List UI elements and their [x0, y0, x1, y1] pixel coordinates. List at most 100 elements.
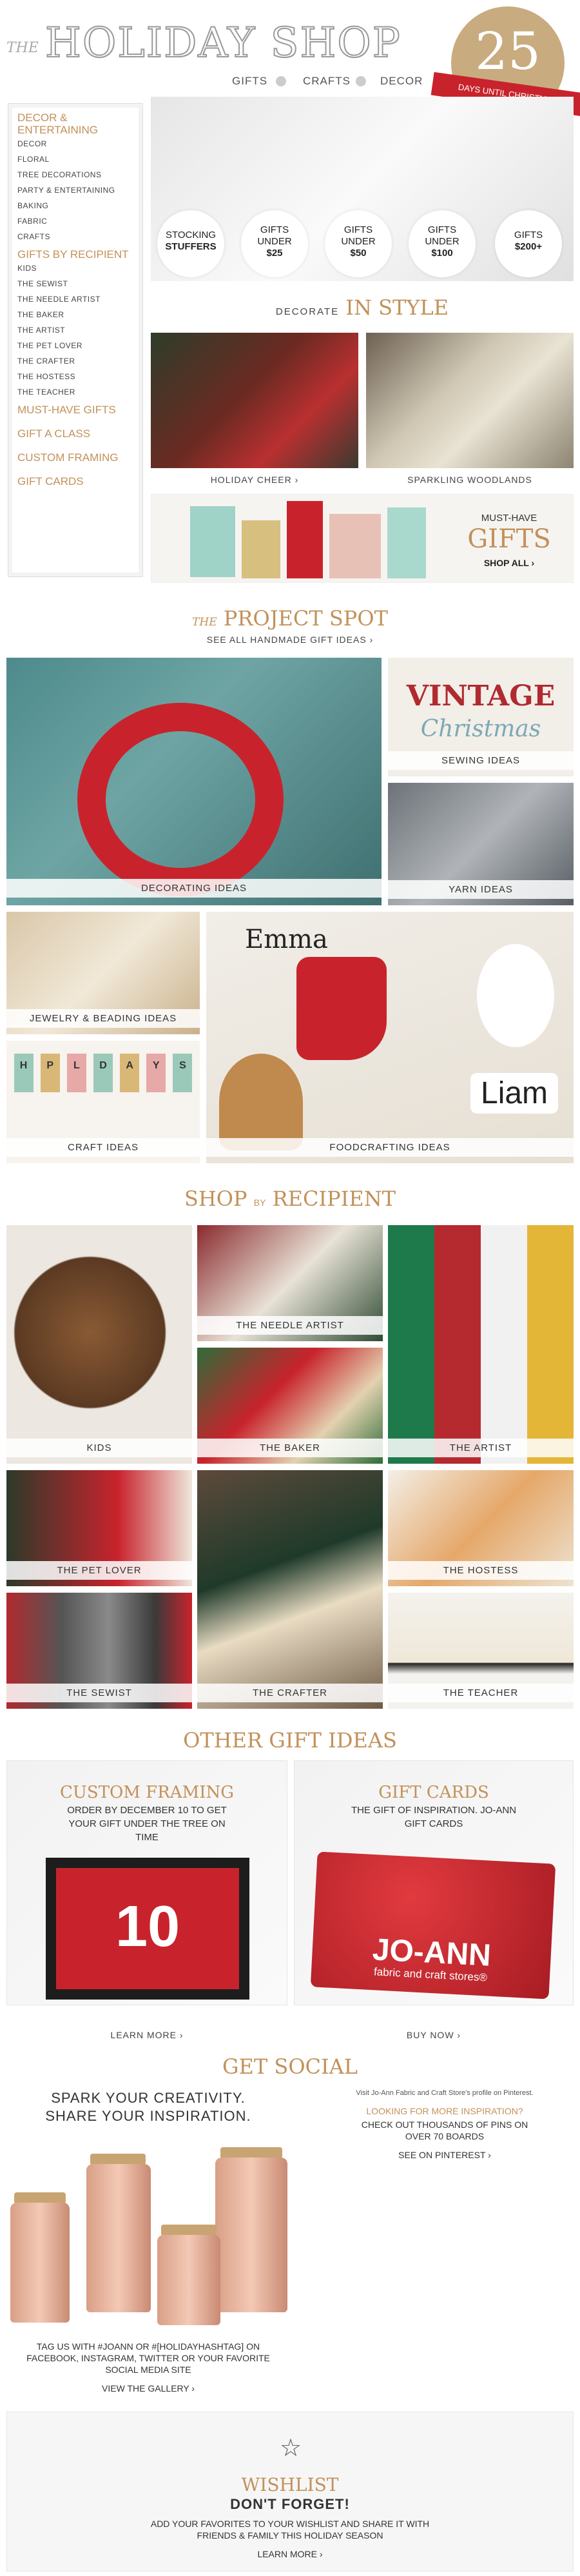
- sparkling-woodlands-image[interactable]: [366, 333, 574, 468]
- custom-framing-title: CUSTOM FRAMING: [60, 1783, 234, 1802]
- foodcrafting-ideas-tile[interactable]: Emma Liam FOODCRAFTING IDEAS: [206, 912, 574, 1163]
- snowflake-icon: [276, 76, 286, 86]
- recipient-title: SHOP BY RECIPIENT: [0, 1186, 580, 1211]
- gifts-under-25-button[interactable]: GIFTS UNDER $25: [241, 210, 308, 277]
- sidebar-item-needle-artist[interactable]: THE NEEDLE ARTIST: [17, 291, 133, 307]
- gifts-200-plus-button[interactable]: GIFTS $200+: [495, 210, 562, 277]
- sewing-ideas-label: SEWING IDEAS: [388, 751, 574, 770]
- sidebar-item-tree-decorations[interactable]: TREE DECORATIONS: [17, 167, 133, 182]
- sidebar-heading-decor[interactable]: DECOR & ENTERTAINING: [17, 112, 133, 136]
- sidebar-heading-must-have[interactable]: MUST-HAVE GIFTS: [17, 404, 133, 416]
- must-have-gifts-banner[interactable]: MUST-HAVE GIFTS SHOP ALL ›: [151, 494, 574, 583]
- wishlist-learn-more-link[interactable]: LEARN MORE ›: [7, 2548, 573, 2561]
- gift-box-icon: [287, 501, 323, 578]
- wishlist-text: ADD YOUR FAVORITES TO YOUR WISHLIST AND …: [150, 2519, 430, 2541]
- mason-jars-image: [6, 2141, 290, 2334]
- crafter-tile[interactable]: THE CRAFTER: [197, 1470, 383, 1709]
- gingerbread-cookie-icon: [219, 1054, 303, 1150]
- sewing-ideas-tile[interactable]: VINTAGE Christmas SEWING IDEAS: [388, 658, 574, 776]
- sidebar-heading-class[interactable]: GIFT A CLASS: [17, 428, 133, 440]
- countdown-number: 25: [475, 21, 541, 81]
- nav-crafts[interactable]: CRAFTS: [303, 75, 351, 88]
- project-heading: PROJECT SPOT: [223, 606, 388, 631]
- jersey-number: 10: [56, 1868, 239, 1989]
- gift-cards-title: GIFT CARDS: [378, 1783, 489, 1802]
- kids-tile[interactable]: KIDS: [6, 1225, 192, 1464]
- sidebar-item-artist[interactable]: THE ARTIST: [17, 322, 133, 338]
- sidebar-item-crafts[interactable]: CRAFTS: [17, 229, 133, 244]
- gift-cards-text: THE GIFT OF INSPIRATION. JO-ANN GIFT CAR…: [351, 1805, 517, 1829]
- circle-text: GIFTS: [343, 224, 373, 235]
- circle-text: GIFTS: [514, 230, 543, 241]
- pet-lover-tile[interactable]: THE PET LOVER: [6, 1470, 192, 1586]
- see-all-ideas-link[interactable]: SEE ALL HANDMADE GIFT IDEAS ›: [0, 634, 580, 645]
- sidebar-heading-recipient[interactable]: GIFTS BY RECIPIENT: [17, 248, 133, 261]
- craft-ideas-tile[interactable]: H P L D A Y S CRAFT IDEAS: [6, 1041, 200, 1163]
- nav-decor[interactable]: DECOR: [380, 75, 423, 88]
- sidebar-heading-framing[interactable]: CUSTOM FRAMING: [17, 451, 133, 464]
- decorate-title: DECORATE IN STYLE: [151, 295, 574, 320]
- sidebar-item-pet-lover[interactable]: THE PET LOVER: [17, 338, 133, 353]
- custom-framing-card[interactable]: CUSTOM FRAMING ORDER BY DECEMBER 10 TO G…: [6, 1760, 287, 2005]
- get-social-title: GET SOCIAL: [222, 2054, 358, 2079]
- baker-tile[interactable]: THE BAKER: [197, 1348, 383, 1464]
- see-on-pinterest-link[interactable]: SEE ON PINTEREST ›: [322, 2150, 567, 2160]
- sidebar-item-crafter[interactable]: THE CRAFTER: [17, 353, 133, 369]
- recipient-left: SHOP: [184, 1186, 247, 1211]
- yarn-ideas-tile[interactable]: YARN IDEAS: [388, 783, 574, 905]
- decorate-prefix: DECORATE: [275, 306, 340, 317]
- sidebar-item-teacher[interactable]: THE TEACHER: [17, 384, 133, 400]
- jewelry-ideas-label: JEWELRY & BEADING IDEAS: [6, 1009, 200, 1028]
- pennant-letter: S: [173, 1054, 193, 1092]
- sidebar-item-baker[interactable]: THE BAKER: [17, 307, 133, 322]
- circle-text: STUFFERS: [165, 241, 217, 252]
- yarn-ideas-label: YARN IDEAS: [388, 880, 574, 899]
- star-icon[interactable]: ☆: [278, 2435, 304, 2461]
- decorating-ideas-label: DECORATING IDEAS: [6, 879, 382, 898]
- holiday-cheer-image[interactable]: [151, 333, 358, 468]
- sidebar-item-hostess[interactable]: THE HOSTESS: [17, 369, 133, 384]
- jewelry-ideas-tile[interactable]: JEWELRY & BEADING IDEAS: [6, 912, 200, 1034]
- sewist-label: THE SEWIST: [6, 1684, 192, 1702]
- circle-text: STOCKING: [165, 230, 217, 241]
- buy-now-link[interactable]: BUY NOW ›: [294, 2030, 574, 2040]
- decorating-ideas-tile[interactable]: DECORATING IDEAS: [6, 658, 382, 905]
- must-have-label: MUST-HAVE: [481, 513, 537, 524]
- pennant-letter: Y: [146, 1054, 166, 1092]
- teacher-tile[interactable]: THE TEACHER: [388, 1593, 574, 1709]
- sewist-tile[interactable]: THE SEWIST: [6, 1593, 192, 1709]
- needle-artist-tile[interactable]: THE NEEDLE ARTIST: [197, 1225, 383, 1341]
- wishlist-title: WISHLIST: [241, 2474, 339, 2495]
- sidebar-item-baking[interactable]: BAKING: [17, 198, 133, 213]
- sidebar: DECOR & ENTERTAINING DECOR FLORAL TREE D…: [8, 103, 143, 577]
- stocking-stuffers-button[interactable]: STOCKING STUFFERS: [157, 210, 224, 277]
- gifts-under-100-button[interactable]: GIFTS UNDER $100: [409, 210, 476, 277]
- shop-all-link[interactable]: SHOP ALL ›: [454, 558, 564, 568]
- sidebar-item-party[interactable]: PARTY & ENTERTAINING: [17, 182, 133, 198]
- gifts-under-50-button[interactable]: GIFTS UNDER $50: [325, 210, 392, 277]
- gift-cards-card[interactable]: GIFT CARDS THE GIFT OF INSPIRATION. JO-A…: [294, 1760, 574, 2005]
- recipient-right: RECIPIENT: [272, 1186, 396, 1211]
- hostess-tile[interactable]: THE HOSTESS: [388, 1470, 574, 1586]
- craft-ideas-label: CRAFT IDEAS: [6, 1138, 200, 1157]
- sidebar-item-floral[interactable]: FLORAL: [17, 152, 133, 167]
- sidebar-item-fabric[interactable]: FABRIC: [17, 213, 133, 229]
- must-have-gifts-title: GIFTS: [467, 524, 551, 554]
- nav-gifts[interactable]: GIFTS: [232, 75, 267, 88]
- sparkling-woodlands-link[interactable]: SPARKLING WOODLANDS: [366, 475, 574, 485]
- dont-forget-headline: DON'T FORGET!: [230, 2496, 350, 2512]
- mason-jar: [10, 2203, 70, 2323]
- decorate-heading: IN STYLE: [345, 295, 449, 320]
- sidebar-item-decor[interactable]: DECOR: [17, 136, 133, 152]
- cookie-name-liam: Liam: [470, 1073, 559, 1114]
- header-the: THE: [6, 40, 39, 56]
- circle-text: $50: [350, 248, 367, 259]
- gift-box-icon: [329, 514, 381, 578]
- framing-learn-more-link[interactable]: LEARN MORE ›: [6, 2030, 287, 2040]
- view-gallery-link[interactable]: VIEW THE GALLERY ›: [13, 2383, 284, 2394]
- sidebar-item-sewist[interactable]: THE SEWIST: [17, 276, 133, 291]
- holiday-cheer-link[interactable]: HOLIDAY CHEER ›: [151, 475, 358, 485]
- sidebar-heading-gift-cards[interactable]: GIFT CARDS: [17, 475, 133, 487]
- sidebar-item-kids[interactable]: KIDS: [17, 261, 133, 276]
- artist-tile[interactable]: THE ARTIST: [388, 1225, 574, 1464]
